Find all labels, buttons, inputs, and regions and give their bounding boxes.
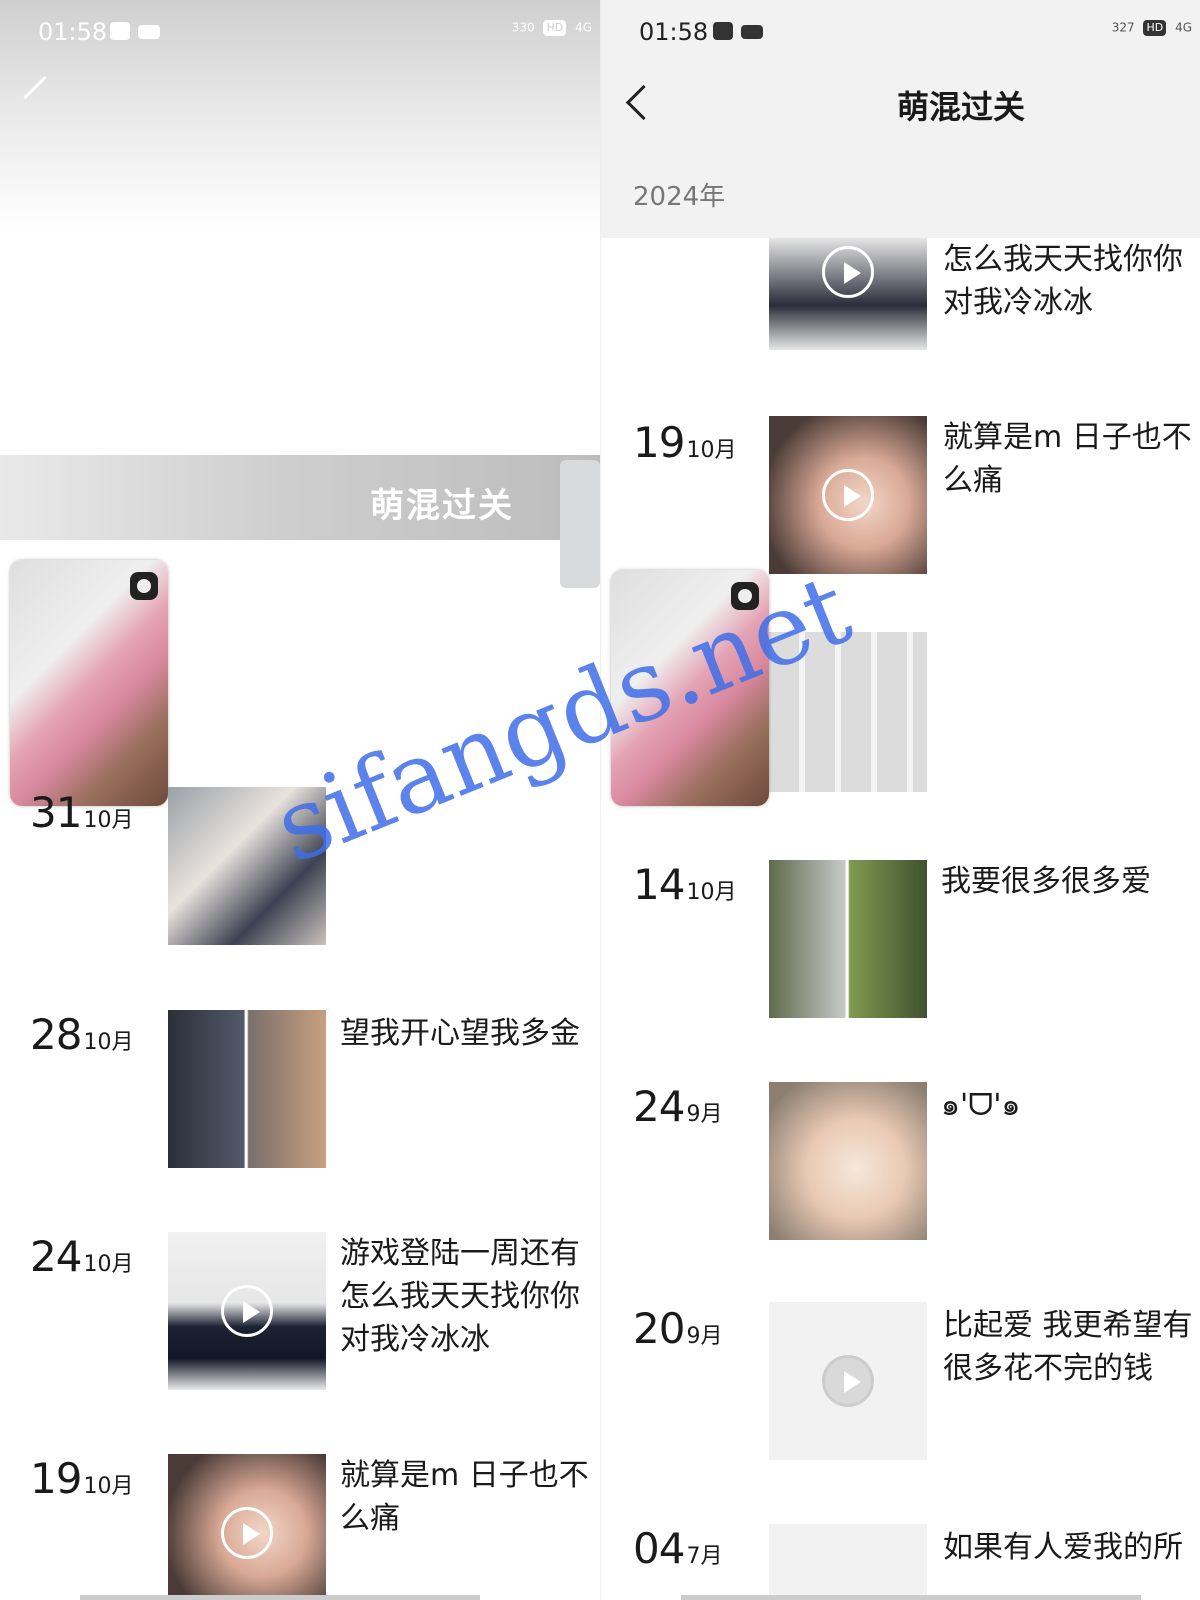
entry-date: 2410月 xyxy=(30,1232,133,1281)
post-text: 我要很多很多爱 xyxy=(941,864,1151,899)
post-thumbnail[interactable] xyxy=(168,1010,326,1168)
entry-month: 10月 xyxy=(686,880,737,905)
wechat-icon xyxy=(110,22,130,40)
post-text: 怎么我天天找你你 对我冷冰冰 xyxy=(943,242,1183,320)
post-thumbnail[interactable] xyxy=(769,1302,927,1460)
entry-month: 10月 xyxy=(686,438,737,463)
post-thumbnail[interactable] xyxy=(769,238,927,350)
entry-day: 14 xyxy=(633,860,685,909)
entry-date: 2810月 xyxy=(30,1010,133,1059)
camera-icon xyxy=(741,25,763,39)
hd-badge: HD xyxy=(543,20,567,36)
post-text: 望我开心望我多金 xyxy=(340,1016,580,1051)
speed-value: 327 xyxy=(1111,20,1135,35)
speed-value: 330 xyxy=(511,20,535,35)
post-text: 如果有人爱我的所 xyxy=(943,1530,1183,1565)
camera-icon xyxy=(138,25,160,39)
play-icon[interactable] xyxy=(221,1285,273,1337)
status-right: 327 HD 4G xyxy=(1112,20,1192,36)
entry-day: 20 xyxy=(633,1304,685,1353)
profile-name: 萌混过关 xyxy=(370,486,514,526)
entry-date: 1910月 xyxy=(30,1454,133,1503)
status-bar: 01:58 327 HD 4G xyxy=(601,0,1200,66)
entry-month: 9月 xyxy=(686,1324,723,1349)
post-thumbnail[interactable] xyxy=(769,860,927,1018)
play-icon[interactable] xyxy=(221,1507,273,1559)
entry-date: 3110月 xyxy=(30,788,133,837)
status-right: 330 HD 4G xyxy=(512,20,592,36)
network-label: 4G xyxy=(575,20,592,35)
entry-date: 1910月 xyxy=(633,418,736,467)
avatar[interactable] xyxy=(10,560,168,806)
network-label: 4G xyxy=(1175,20,1192,35)
home-indicator xyxy=(80,1595,480,1600)
avatar-badge-icon xyxy=(130,572,158,600)
play-icon[interactable] xyxy=(822,469,874,521)
entry-day: 19 xyxy=(30,1454,82,1503)
post-thumbnail[interactable] xyxy=(168,1232,326,1390)
post-text: ๑'ᗜ'๑ xyxy=(941,1088,1021,1123)
entry-day: 24 xyxy=(633,1082,685,1131)
wechat-icon xyxy=(713,22,733,40)
status-time: 01:58 xyxy=(639,18,709,46)
entry-day: 19 xyxy=(633,418,685,467)
post-text: 就算是m 日子也不 么痛 xyxy=(340,1458,589,1536)
entry-month: 10月 xyxy=(83,1030,134,1055)
right-screen: 01:58 327 HD 4G 萌混过关 2024年 怎么我天天找你你 对我冷冰… xyxy=(600,0,1200,1600)
entry-month: 10月 xyxy=(83,1474,134,1499)
home-indicator xyxy=(681,1595,1141,1600)
post-text: 比起爱 我更希望有 很多花不完的钱 xyxy=(943,1308,1193,1386)
entry-month: 9月 xyxy=(686,1102,723,1127)
entry-day: 04 xyxy=(633,1524,685,1573)
page-title: 萌混过关 xyxy=(896,88,1025,126)
year-label: 2024年 xyxy=(633,182,726,212)
entry-date: 047月 xyxy=(633,1524,722,1573)
post-text: 就算是m 日子也不 么痛 xyxy=(943,420,1192,498)
entry-date: 1410月 xyxy=(633,860,736,909)
entry-day: 24 xyxy=(30,1232,82,1281)
entry-date: 249月 xyxy=(633,1082,722,1131)
entry-date: 209月 xyxy=(633,1304,722,1353)
entry-month: 7月 xyxy=(686,1544,723,1569)
entry-day: 31 xyxy=(30,788,82,837)
post-thumbnail[interactable] xyxy=(769,1524,927,1600)
post-text: 游戏登陆一周还有 怎么我天天找你你 对我冷冰冰 xyxy=(340,1236,580,1357)
play-icon[interactable] xyxy=(822,1355,874,1407)
entry-day: 28 xyxy=(30,1010,82,1059)
post-thumbnail[interactable] xyxy=(769,416,927,574)
play-icon[interactable] xyxy=(822,246,874,298)
status-time: 01:58 xyxy=(38,18,108,46)
cover-thumbnail xyxy=(560,460,600,588)
entry-month: 10月 xyxy=(83,808,134,833)
entry-month: 10月 xyxy=(83,1252,134,1277)
status-bar: 01:58 330 HD 4G xyxy=(0,0,600,66)
post-thumbnail[interactable] xyxy=(168,1454,326,1600)
hd-badge: HD xyxy=(1143,20,1167,36)
post-thumbnail[interactable] xyxy=(769,1082,927,1240)
